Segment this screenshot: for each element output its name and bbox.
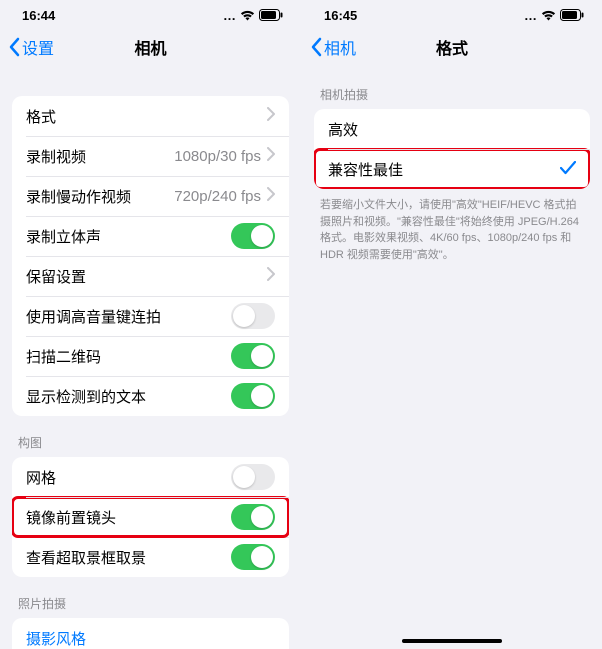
row-label: 网格	[26, 467, 231, 488]
chevron-right-icon	[267, 147, 275, 165]
row-most-compatible[interactable]: 兼容性最佳	[314, 149, 590, 189]
back-button[interactable]: 相机	[310, 35, 356, 59]
chevron-left-icon	[8, 37, 20, 57]
row-detect-text[interactable]: 显示检测到的文本	[12, 376, 289, 416]
status-bar: 16:45 …	[302, 4, 602, 26]
chevron-right-icon	[267, 187, 275, 205]
row-preserve[interactable]: 保留设置	[12, 256, 289, 296]
status-right: …	[524, 8, 584, 23]
row-label: 录制慢动作视频	[26, 186, 174, 207]
section-format-options: 高效 兼容性最佳	[314, 109, 590, 189]
row-detail: 1080p/30 fps	[174, 148, 261, 165]
status-right: …	[223, 8, 283, 23]
status-time: 16:44	[22, 8, 55, 23]
screen-camera-settings: 16:44 … 设置 相机 格式 录制视频 1080p/30 fps	[0, 0, 301, 649]
home-indicator[interactable]	[402, 639, 502, 643]
row-mirror-front[interactable]: 镜像前置镜头	[12, 497, 289, 537]
row-record-video[interactable]: 录制视频 1080p/30 fps	[12, 136, 289, 176]
cellular-icon: …	[223, 8, 236, 23]
nav-bar: 设置 相机	[0, 26, 301, 68]
back-button[interactable]: 设置	[8, 35, 54, 59]
row-label: 使用调高音量键连拍	[26, 306, 231, 327]
switch-grid[interactable]	[231, 464, 275, 490]
row-label: 镜像前置镜头	[26, 507, 231, 528]
status-bar: 16:44 …	[0, 4, 301, 26]
switch-scan-qr[interactable]	[231, 343, 275, 369]
row-format[interactable]: 格式	[12, 96, 289, 136]
row-label: 查看超取景框取景	[26, 547, 231, 568]
status-time: 16:45	[324, 8, 357, 23]
wifi-icon	[541, 10, 556, 21]
row-photo-style[interactable]: 摄影风格	[12, 618, 289, 649]
switch-stereo[interactable]	[231, 223, 275, 249]
row-label: 格式	[26, 106, 267, 127]
battery-icon	[560, 9, 584, 21]
content: 格式 录制视频 1080p/30 fps 录制慢动作视频 720p/240 fp…	[0, 68, 301, 649]
content: 相机拍摄 高效 兼容性最佳 若要缩小文件大小，请使用"高效"HEIF/HEVC …	[302, 68, 602, 649]
row-label: 保留设置	[26, 266, 267, 287]
row-label: 兼容性最佳	[328, 159, 560, 180]
back-label: 设置	[22, 35, 54, 59]
row-scan-qr[interactable]: 扫描二维码	[12, 336, 289, 376]
row-detail: 720p/240 fps	[174, 188, 261, 205]
row-label: 显示检测到的文本	[26, 386, 231, 407]
screen-format-settings: 16:45 … 相机 格式 相机拍摄 高效 兼容性最佳 若要缩小文件大小，请	[301, 0, 602, 649]
section-recording: 格式 录制视频 1080p/30 fps 录制慢动作视频 720p/240 fp…	[12, 96, 289, 416]
chevron-right-icon	[267, 107, 275, 125]
switch-mirror-front[interactable]	[231, 504, 275, 530]
wifi-icon	[240, 10, 255, 21]
section-footer-format: 若要缩小文件大小，请使用"高效"HEIF/HEVC 格式拍摄照片和视频。"兼容性…	[314, 189, 590, 263]
row-high-efficiency[interactable]: 高效	[314, 109, 590, 149]
section-header-camera-capture: 相机拍摄	[314, 68, 590, 109]
row-label: 摄影风格	[26, 628, 275, 649]
cellular-icon: …	[524, 8, 537, 23]
switch-volume-shutter[interactable]	[231, 303, 275, 329]
chevron-right-icon	[267, 267, 275, 285]
back-label: 相机	[324, 35, 356, 59]
row-record-slowmo[interactable]: 录制慢动作视频 720p/240 fps	[12, 176, 289, 216]
row-label: 扫描二维码	[26, 346, 231, 367]
switch-view-outside[interactable]	[231, 544, 275, 570]
row-view-outside[interactable]: 查看超取景框取景	[12, 537, 289, 577]
battery-icon	[259, 9, 283, 21]
checkmark-icon	[560, 159, 576, 180]
section-header-capture: 照片拍摄	[12, 577, 289, 618]
section-compose: 网格 镜像前置镜头 查看超取景框取景	[12, 457, 289, 577]
row-label: 录制视频	[26, 146, 174, 167]
row-label: 录制立体声	[26, 226, 231, 247]
row-grid[interactable]: 网格	[12, 457, 289, 497]
switch-detect-text[interactable]	[231, 383, 275, 409]
nav-bar: 相机 格式	[302, 26, 602, 68]
row-label: 高效	[328, 119, 576, 140]
row-stereo[interactable]: 录制立体声	[12, 216, 289, 256]
row-volume-shutter[interactable]: 使用调高音量键连拍	[12, 296, 289, 336]
section-header-compose: 构图	[12, 416, 289, 457]
chevron-left-icon	[310, 37, 322, 57]
section-capture: 摄影风格	[12, 618, 289, 649]
